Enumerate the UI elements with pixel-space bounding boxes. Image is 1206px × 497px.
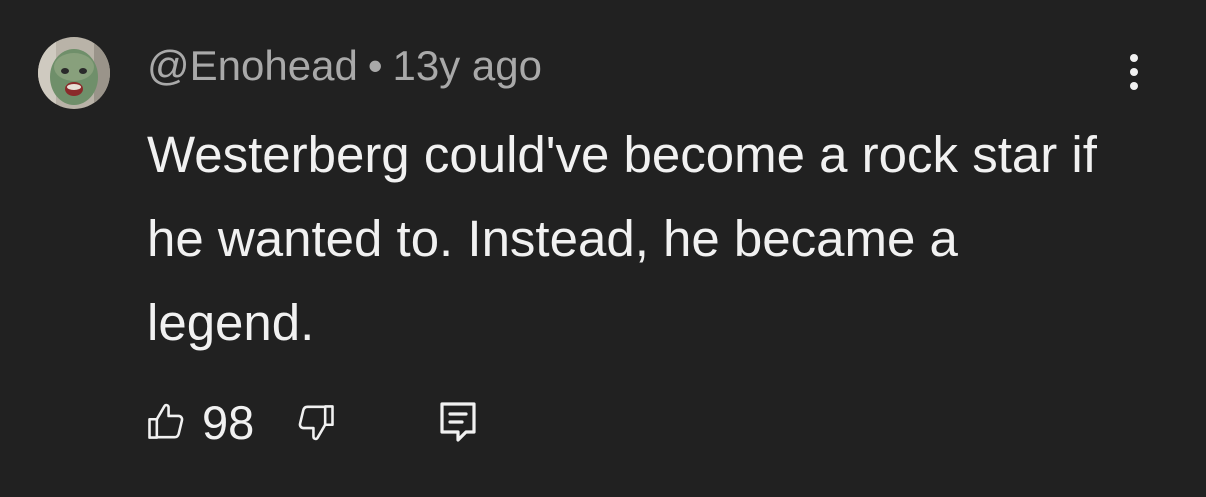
reply-comment-icon <box>440 402 476 442</box>
dislike-button[interactable] <box>294 400 338 444</box>
meta-separator: • <box>367 42 383 89</box>
like-count: 98 <box>202 395 255 449</box>
comment-meta: @Enohead • 13y ago <box>147 40 542 92</box>
comment-card: @Enohead • 13y ago Westerberg could've bec… <box>0 0 1206 497</box>
more-vertical-icon <box>1130 54 1138 90</box>
reply-button[interactable] <box>438 400 478 444</box>
comment-timestamp[interactable]: 13y ago <box>393 42 542 89</box>
thumbs-down-icon <box>298 405 335 441</box>
more-options-button[interactable] <box>1114 50 1154 94</box>
comment-text: Westerberg could've become a rock star i… <box>147 126 1097 351</box>
like-button[interactable] <box>144 400 188 444</box>
avatar[interactable] <box>38 37 110 109</box>
thumbs-up-icon <box>148 403 184 439</box>
comment-actions: 98 <box>144 390 478 454</box>
author-name[interactable]: @Enohead <box>147 42 358 89</box>
